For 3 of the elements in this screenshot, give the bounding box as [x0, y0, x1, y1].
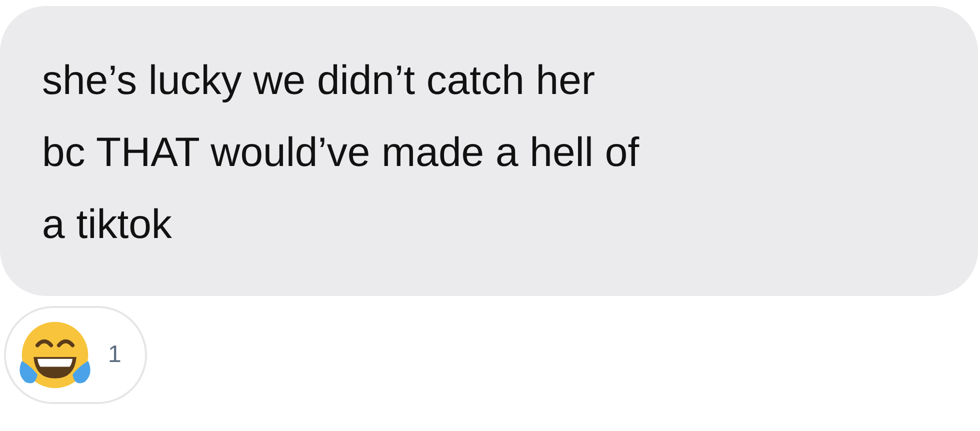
reaction-count: 1 — [108, 341, 122, 369]
message-text: she’s lucky we didn’t catch her bc THAT would’ve made a hell of a tiktok — [42, 56, 640, 249]
reaction-button[interactable]: 1 — [4, 306, 148, 404]
